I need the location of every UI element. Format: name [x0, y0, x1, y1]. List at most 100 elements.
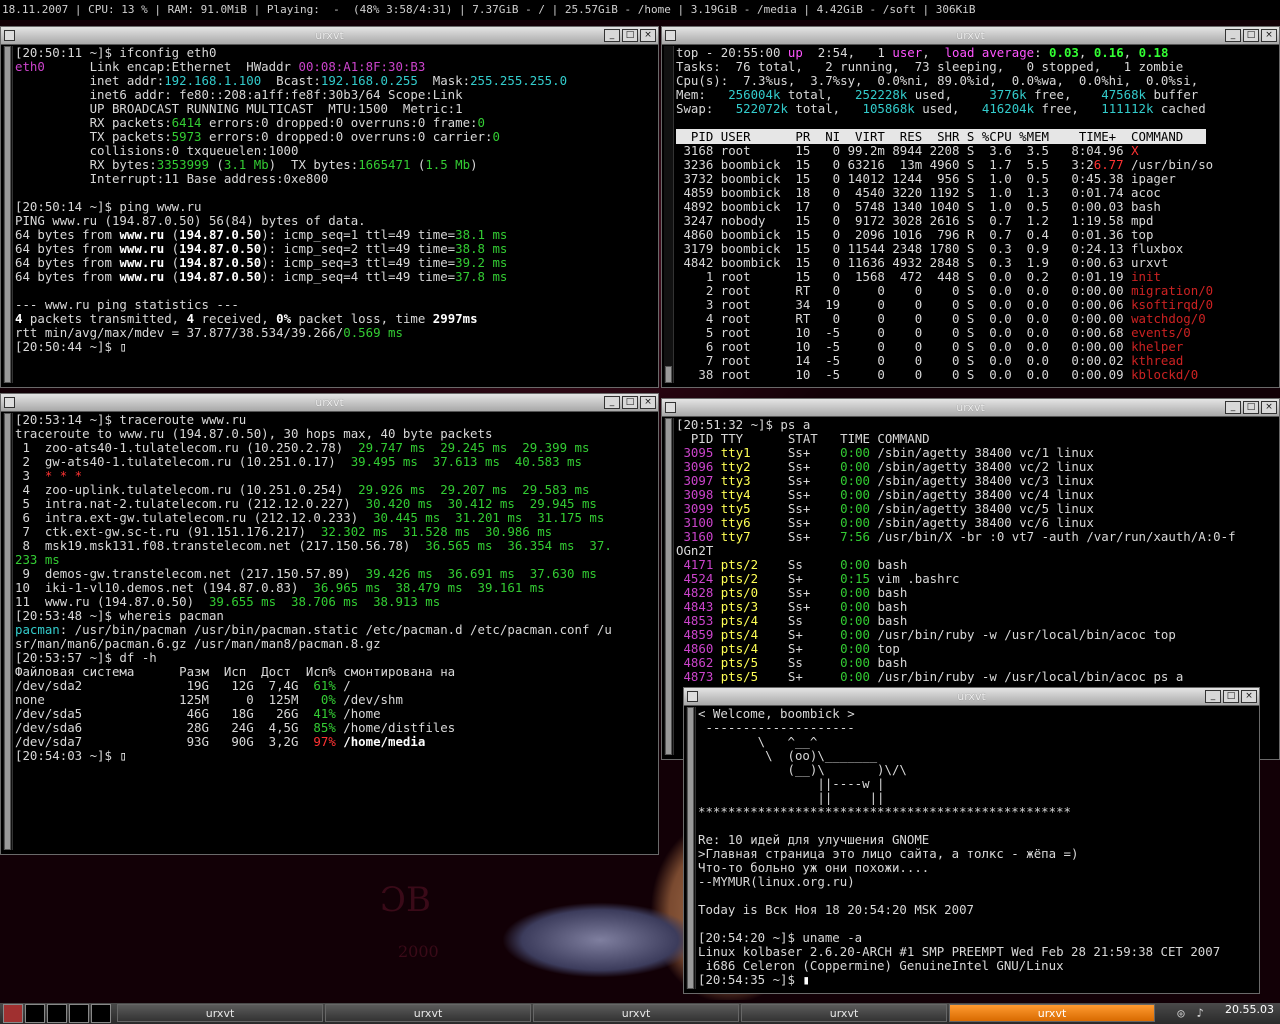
- minimize-button[interactable]: _: [604, 396, 620, 409]
- terminal-text: 5 root 10 -5 0 0 0 S 0.0 0.0 0:00.68: [676, 325, 1132, 340]
- terminal-text: Ss: [758, 557, 841, 572]
- terminal-window-top[interactable]: urxvt _ □ × top - 20:55:00 up 2:54, 1 us…: [661, 26, 1280, 388]
- close-button[interactable]: ×: [1261, 401, 1277, 414]
- terminal-output[interactable]: [20:53:14 ~]$ traceroute www.ru tracerout…: [15, 413, 656, 852]
- scrollbar-thumb[interactable]: [665, 366, 672, 383]
- system-status-bar: 18.11.2007 | CPU: 13 % | RAM: 91.0MiB | …: [0, 0, 1280, 20]
- terminal-line: [20:50:14 ~]$ ping www.ru: [15, 200, 656, 214]
- terminal-line: Interrupt:11 Base address:0xe800: [15, 172, 656, 186]
- scrollbar-thumb[interactable]: [4, 46, 11, 383]
- minimize-button[interactable]: _: [1225, 29, 1241, 42]
- window-titlebar[interactable]: urxvt _ □ ×: [1, 27, 658, 45]
- terminal-text: 0:00: [840, 599, 870, 614]
- workspace-3[interactable]: [47, 1004, 67, 1023]
- workspace-5[interactable]: [91, 1004, 111, 1023]
- terminal-text: 00:08:A1:8F:30:B3: [298, 59, 426, 74]
- window-titlebar[interactable]: urxvt _ □ ×: [662, 399, 1279, 417]
- terminal-line: 11 www.ru (194.87.0.50) 39.655 ms 38.706…: [15, 595, 656, 609]
- scrollbar[interactable]: [686, 707, 696, 989]
- scrollbar-thumb[interactable]: [687, 707, 694, 989]
- terminal-text: bash: [869, 557, 908, 572]
- maximize-button[interactable]: □: [1243, 29, 1259, 42]
- terminal-text: 7 root 14 -5 0 0 0 S 0.0 0.0 0:00.02: [676, 353, 1132, 368]
- scrollbar[interactable]: [3, 413, 13, 850]
- workspace-4[interactable]: [69, 1004, 89, 1023]
- terminal-text: 39.2 ms: [455, 255, 508, 270]
- minimize-button[interactable]: _: [1205, 690, 1221, 703]
- maximize-button[interactable]: □: [622, 396, 638, 409]
- scrollbar[interactable]: [664, 418, 674, 755]
- window-title: urxvt: [957, 690, 986, 703]
- terminal-text: 30.445 ms 31.201 ms 31.175 ms: [373, 510, 605, 525]
- terminal-window-ifconfig[interactable]: urxvt _ □ × [20:50:11 ~]$ ifconfig eth0 e…: [0, 26, 659, 388]
- terminal-text: ||----w |: [698, 776, 885, 791]
- terminal-text: S+: [758, 641, 841, 656]
- terminal-line: ****************************************…: [698, 805, 1257, 819]
- terminal-output[interactable]: < Welcome, boombick > ------------------…: [698, 707, 1257, 991]
- terminal-text: tty5: [713, 501, 751, 516]
- task-button[interactable]: urxvt: [741, 1004, 947, 1022]
- minimize-button[interactable]: _: [604, 29, 620, 42]
- terminal-line: 4171 pts/2 Ss 0:00 bash: [676, 558, 1277, 572]
- terminal-text: Bcast:: [261, 73, 321, 88]
- close-button[interactable]: ×: [640, 29, 656, 42]
- scrollbar-thumb[interactable]: [4, 413, 11, 850]
- window-titlebar[interactable]: urxvt _ □ ×: [1, 394, 658, 412]
- terminal-text: kblockd/0: [1131, 367, 1199, 382]
- task-button[interactable]: urxvt: [117, 1004, 323, 1022]
- terminal-window-welcome[interactable]: urxvt _ □ × < Welcome, boombick > ------…: [683, 687, 1260, 994]
- terminal-text: 192.168.0.255: [320, 73, 418, 88]
- scrollbar-thumb[interactable]: [665, 418, 672, 755]
- maximize-button[interactable]: □: [622, 29, 638, 42]
- network-icon[interactable]: ◎: [1173, 1005, 1189, 1021]
- terminal-text: tty2: [713, 459, 751, 474]
- terminal-window-traceroute[interactable]: urxvt _ □ × [20:53:14 ~]$ traceroute www…: [0, 393, 659, 855]
- terminal-text: 3099: [676, 501, 714, 516]
- terminal-text: 2:54, 1: [802, 46, 893, 60]
- terminal-line: eth0 Link encap:Ethernet HWaddr 00:08:A1…: [15, 60, 656, 74]
- terminal-text: up: [787, 46, 803, 60]
- scrollbar[interactable]: [3, 46, 13, 383]
- terminal-output[interactable]: [20:50:11 ~]$ ifconfig eth0 eth0 Link enc…: [15, 46, 656, 385]
- maximize-button[interactable]: □: [1243, 401, 1259, 414]
- terminal-text: errors:0 dropped:0 overruns:0 carrier:: [201, 129, 493, 144]
- terminal-line: 4524 pts/2 S+ 0:15 vim .bashrc: [676, 572, 1277, 586]
- terminal-text: 4862: [676, 655, 714, 670]
- terminal-text: 0:00: [840, 445, 870, 460]
- terminal-text: PID USER PR NI VIRT RES SHR S %CPU %MEM …: [676, 129, 1206, 144]
- close-button[interactable]: ×: [640, 396, 656, 409]
- terminal-text: 0.03: [1049, 46, 1079, 60]
- minimize-button[interactable]: _: [1225, 401, 1241, 414]
- terminal-text: Swap:: [676, 101, 736, 116]
- workspace-1[interactable]: [3, 1004, 23, 1023]
- terminal-text: 64 bytes from: [15, 255, 120, 270]
- terminal-line: 64 bytes from www.ru (194.87.0.50): icmp…: [15, 256, 656, 270]
- terminal-text: eth0: [15, 59, 45, 74]
- terminal-line: RX bytes:3353999 (3.1 Mb) TX bytes:16654…: [15, 158, 656, 172]
- close-button[interactable]: ×: [1261, 29, 1277, 42]
- terminal-line: sr/man/man6/pacman.6.gz /usr/man/man8/pa…: [15, 637, 656, 651]
- terminal-text: ): icmp_seq=4 ttl=49 time=: [261, 269, 456, 284]
- maximize-button[interactable]: □: [1223, 690, 1239, 703]
- terminal-text: 3160: [676, 529, 714, 544]
- task-button[interactable]: urxvt: [325, 1004, 531, 1022]
- terminal-text: tty1: [713, 445, 751, 460]
- window-titlebar[interactable]: urxvt _ □ ×: [662, 27, 1279, 45]
- terminal-text: < Welcome, boombick >: [698, 707, 855, 721]
- task-button-active[interactable]: urxvt: [949, 1004, 1155, 1022]
- terminal-text: 2 gw-ats40-1.tulatelecom.ru (10.251.0.17…: [15, 454, 351, 469]
- terminal-text: 0: [477, 115, 485, 130]
- terminal-text: 4892 boombick 17 0 5748 1340 1040 S 1.0 …: [676, 199, 1161, 214]
- terminal-line: \ ^__^: [698, 735, 1257, 749]
- terminal-output[interactable]: top - 20:55:00 up 2:54, 1 user, load ave…: [676, 46, 1277, 385]
- close-button[interactable]: ×: [1241, 690, 1257, 703]
- music-note-icon[interactable]: ♪: [1192, 1005, 1208, 1021]
- window-titlebar[interactable]: urxvt _ □ ×: [684, 688, 1259, 706]
- terminal-text: 3236 boombick 15 0 63216 13m 4960 S 1.7 …: [676, 157, 1094, 172]
- workspace-2[interactable]: [25, 1004, 45, 1023]
- terminal-text: sr/man/man6/pacman.6.gz /usr/man/man8/pa…: [15, 636, 381, 651]
- terminal-text: 4860 boombick 15 0 2096 1016 796 R 0.7 0…: [676, 227, 1154, 242]
- workspace-pager[interactable]: [3, 1004, 111, 1023]
- task-button[interactable]: urxvt: [533, 1004, 739, 1022]
- scrollbar[interactable]: [664, 46, 674, 383]
